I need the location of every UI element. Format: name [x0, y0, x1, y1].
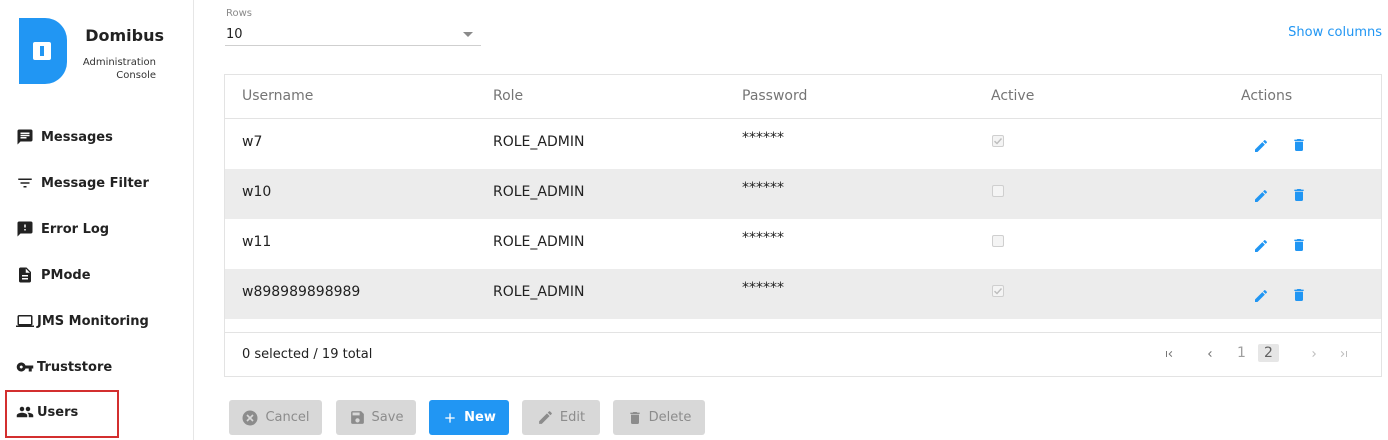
page-2-button[interactable]: 2	[1258, 344, 1279, 362]
last-page-icon[interactable]	[1338, 345, 1350, 364]
cell-username: w7	[242, 134, 263, 150]
show-columns-link[interactable]: Show columns	[1288, 25, 1382, 40]
cancel-button[interactable]: Cancel	[229, 400, 322, 435]
table-row[interactable]: w10 ROLE_ADMIN ******	[225, 169, 1381, 219]
users-icon	[15, 402, 35, 422]
sidebar-item-label: JMS Monitoring	[37, 313, 149, 329]
edit-icon	[537, 409, 554, 426]
edit-button[interactable]: Edit	[522, 400, 600, 435]
column-header-active[interactable]: Active	[991, 88, 1034, 104]
cell-username: w11	[242, 234, 272, 250]
chevron-down-icon	[463, 32, 473, 37]
next-page-icon[interactable]	[1308, 345, 1320, 364]
key-icon	[15, 357, 35, 377]
active-checkbox	[992, 185, 1004, 197]
cell-role: ROLE_ADMIN	[493, 134, 585, 150]
table-header: Username Role Password Active Actions	[225, 75, 1381, 119]
cell-password: ******	[742, 130, 784, 146]
sidebar-item-message-filter[interactable]: Message Filter	[15, 170, 149, 196]
sidebar-item-label: Users	[37, 404, 79, 420]
delete-icon[interactable]	[1290, 186, 1308, 204]
sidebar-item-truststore[interactable]: Truststore	[15, 354, 112, 380]
delete-icon[interactable]	[1290, 136, 1308, 154]
table-row[interactable]: w11 ROLE_ADMIN ******	[225, 219, 1381, 269]
laptop-icon	[15, 311, 35, 331]
delete-button[interactable]: Delete	[613, 400, 705, 435]
sidebar-item-users[interactable]: Users	[5, 390, 119, 438]
plus-icon	[442, 410, 458, 426]
new-button[interactable]: New	[429, 400, 509, 435]
cell-role: ROLE_ADMIN	[493, 284, 585, 300]
sidebar-item-label: Message Filter	[41, 175, 149, 191]
cancel-button-label: Cancel	[265, 410, 310, 425]
delete-icon[interactable]	[1290, 236, 1308, 254]
new-button-label: New	[464, 410, 496, 425]
sidebar-item-messages[interactable]: Messages	[15, 124, 113, 150]
edit-icon[interactable]	[1252, 287, 1270, 305]
cancel-icon	[241, 409, 259, 427]
edit-icon[interactable]	[1252, 187, 1270, 205]
column-header-actions: Actions	[1241, 88, 1293, 104]
first-page-icon[interactable]	[1163, 345, 1175, 364]
sidebar-item-label: Error Log	[41, 221, 110, 237]
users-table: Username Role Password Active Actions w7…	[224, 74, 1382, 377]
edit-button-label: Edit	[559, 410, 586, 425]
sidebar-item-pmode[interactable]: PMode	[15, 262, 91, 288]
page-1-button[interactable]: 1	[1237, 345, 1246, 361]
rows-select-value: 10	[226, 27, 243, 42]
document-icon	[15, 265, 35, 285]
sidebar-item-label: Truststore	[37, 359, 113, 375]
delete-button-label: Delete	[648, 410, 692, 425]
selection-summary: 0 selected / 19 total	[242, 347, 373, 362]
table-row[interactable]: w7 ROLE_ADMIN ******	[225, 119, 1381, 169]
previous-page-icon[interactable]	[1204, 345, 1216, 364]
save-button-label: Save	[371, 410, 404, 425]
brand-title: Domibus	[85, 26, 164, 45]
cell-password: ******	[742, 280, 784, 296]
active-checkbox	[992, 285, 1004, 297]
cell-password: ******	[742, 180, 784, 196]
sidebar-item-jms-monitoring[interactable]: JMS Monitoring	[15, 308, 149, 334]
error-log-icon	[15, 219, 35, 239]
column-header-role[interactable]: Role	[493, 88, 523, 104]
edit-icon[interactable]	[1252, 137, 1270, 155]
save-icon	[349, 409, 366, 426]
brand-subtitle: Administration Console	[72, 56, 156, 82]
cell-role: ROLE_ADMIN	[493, 184, 585, 200]
rows-select[interactable]: 10	[225, 24, 481, 46]
cell-password: ******	[742, 230, 784, 246]
delete-icon[interactable]	[1290, 286, 1308, 304]
save-button[interactable]: Save	[336, 400, 416, 435]
sidebar-item-label: Messages	[41, 129, 113, 145]
sidebar: Domibus Administration Console Messages …	[0, 0, 193, 440]
active-checkbox	[992, 235, 1004, 247]
cell-username: w898989898989	[242, 284, 361, 300]
column-header-password[interactable]: Password	[742, 88, 807, 104]
sidebar-divider	[193, 0, 194, 440]
table-footer: 0 selected / 19 total 1 2	[225, 332, 1381, 377]
sidebar-item-label: PMode	[41, 267, 91, 283]
rows-label: Rows	[226, 8, 253, 19]
table-body: w7 ROLE_ADMIN ****** w10 ROLE_ADMIN ****…	[225, 119, 1381, 332]
brand-subtitle-line2: Console	[116, 70, 156, 81]
table-row[interactable]: w898989898989 ROLE_ADMIN ******	[225, 269, 1381, 319]
sidebar-item-error-log[interactable]: Error Log	[15, 216, 109, 242]
domibus-logo-icon	[19, 18, 67, 84]
filter-icon	[15, 173, 35, 193]
cell-username: w10	[242, 184, 272, 200]
messages-icon	[15, 127, 35, 147]
brand-subtitle-line1: Administration	[82, 57, 156, 68]
delete-icon	[627, 409, 643, 427]
column-header-username[interactable]: Username	[242, 88, 313, 104]
cell-role: ROLE_ADMIN	[493, 234, 585, 250]
edit-icon[interactable]	[1252, 237, 1270, 255]
active-checkbox	[992, 135, 1004, 147]
